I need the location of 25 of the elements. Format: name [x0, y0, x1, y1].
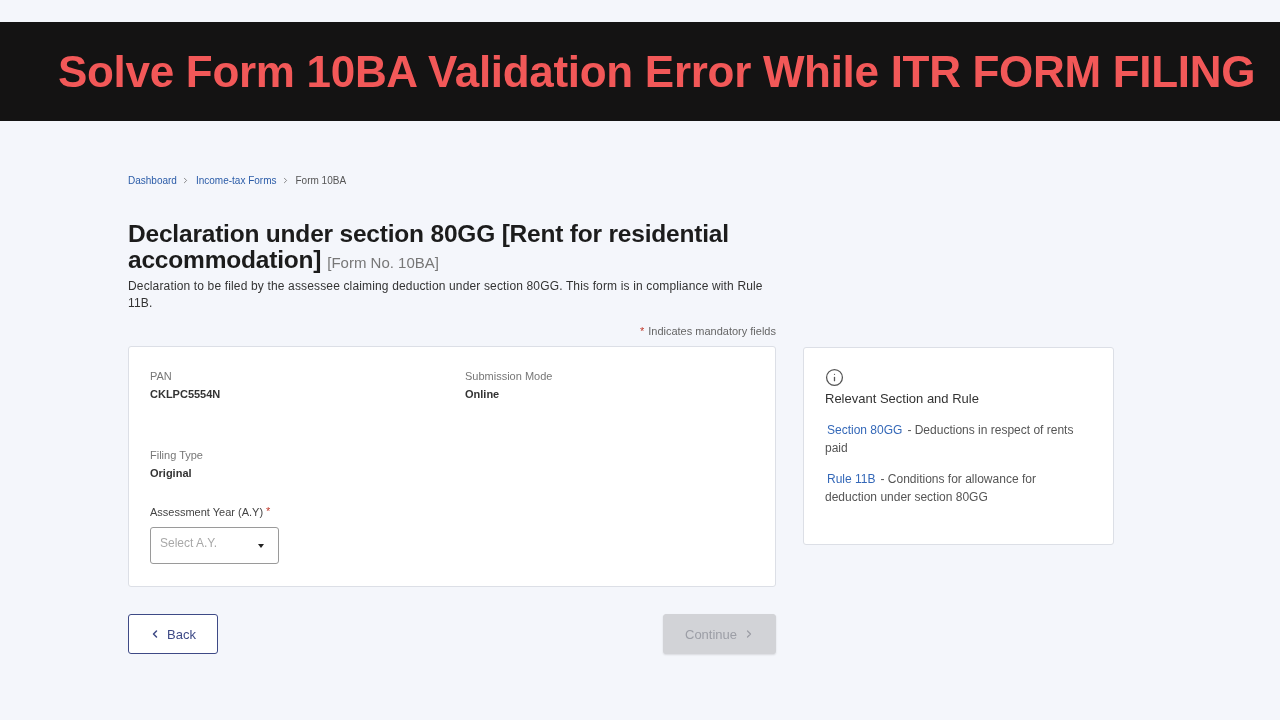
field-value: Original [150, 466, 193, 480]
breadcrumb-link[interactable]: Income-tax Forms [195, 174, 277, 186]
field-value: CKLPC5554N [150, 387, 222, 401]
field-value: Online [465, 387, 501, 401]
page-description: Declaration to be filed by the assessee claiming deduction under section 80GG. This form is in compliance with Rule 11B. [128, 278, 764, 312]
field-label: Assessment Year (A.Y) [150, 505, 264, 519]
field-label: PAN [150, 369, 173, 383]
required-asterisk: * [639, 325, 645, 337]
back-button[interactable]: Back [128, 614, 218, 654]
rule-description: Rule 11B - Conditions for allowance for deduction under section 80GG [825, 471, 1037, 506]
page-title: Declaration under section 80GG [Rent for residential accommodation] [Form No. 10BA] [128, 221, 730, 275]
breadcrumb-link[interactable]: Dashboard [128, 174, 177, 186]
breadcrumb-current: Form 10BA [295, 174, 347, 186]
caret-icon [258, 543, 264, 548]
select-placeholder: Select A.Y. [160, 536, 218, 550]
rule-description: Section 80GG - Deductions in respect of rents paid [825, 422, 1075, 457]
rule-link[interactable]: Rule 11B [827, 472, 876, 486]
required-asterisk: * [266, 505, 271, 519]
rule-link[interactable]: Section 80GG [827, 423, 903, 437]
mandatory-note: Indicates mandatory fields [648, 325, 776, 337]
info-icon [825, 368, 844, 387]
field-label: Filing Type [150, 448, 204, 462]
field-label: Submission Mode [465, 369, 554, 383]
banner-title: Solve Form 10BA Validation Error While ITR FORM FILING [58, 46, 1256, 97]
info-card-title: Relevant Section and Rule [825, 390, 980, 408]
